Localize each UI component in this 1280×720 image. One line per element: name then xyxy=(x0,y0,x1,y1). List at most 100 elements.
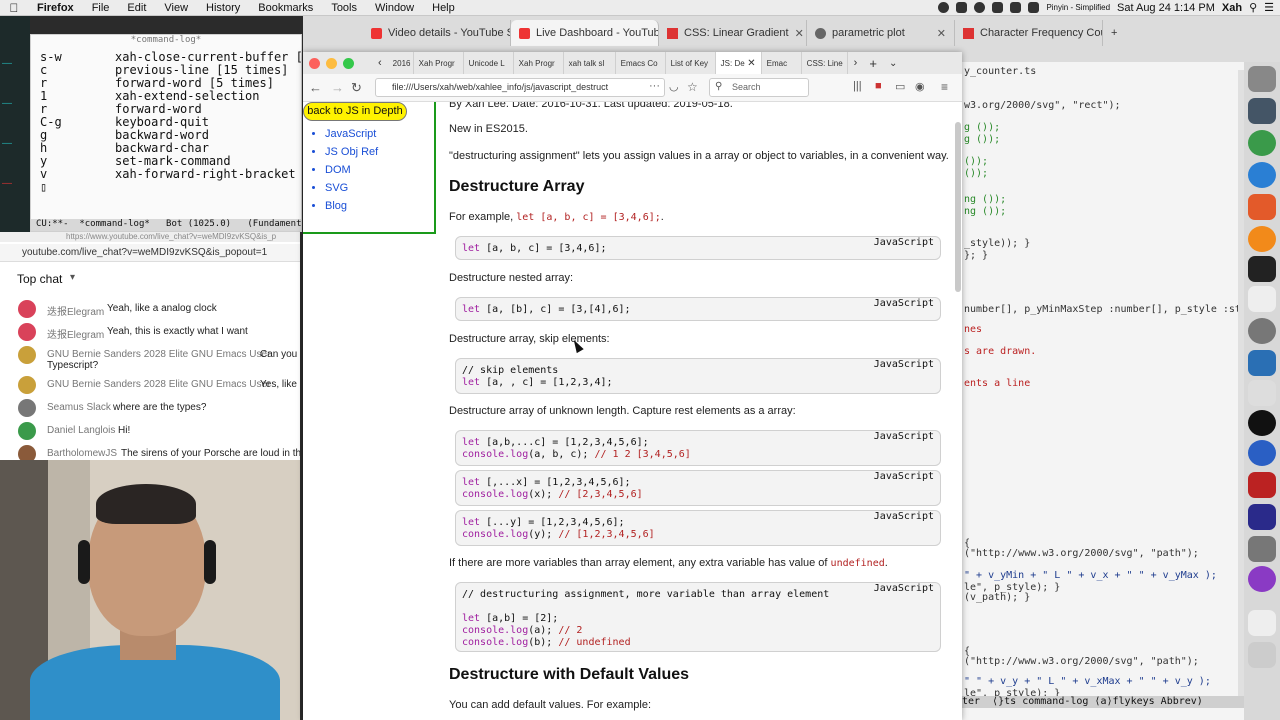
avatar[interactable] xyxy=(18,300,36,318)
tab[interactable]: Unicode L xyxy=(464,52,514,74)
account-icon[interactable]: ◉ xyxy=(915,80,925,93)
menu-view[interactable]: View xyxy=(155,2,197,14)
menu-file[interactable]: File xyxy=(83,2,119,14)
avatar[interactable] xyxy=(18,445,36,460)
status-battery-icon[interactable] xyxy=(1010,2,1022,13)
avatar[interactable] xyxy=(18,422,36,440)
page-actions-icon[interactable]: ··· xyxy=(649,80,660,92)
nav-link-javascript[interactable]: JavaScript xyxy=(325,128,378,140)
window-zoom-button[interactable] xyxy=(343,57,354,69)
menu-app[interactable]: Firefox xyxy=(28,2,83,14)
tab-active[interactable]: JS: De ✕ xyxy=(715,52,762,74)
status-app-icon[interactable] xyxy=(956,2,968,13)
nav-link-js-obj-ref[interactable]: JS Obj Ref xyxy=(325,146,378,158)
tab[interactable]: Emac xyxy=(762,52,802,74)
menu-list-icon[interactable]: ☰ xyxy=(1264,1,1274,14)
trash-icon[interactable] xyxy=(1248,642,1276,668)
tab-css-linear-gradient[interactable]: CSS: Linear Gradient ✕ xyxy=(659,20,807,46)
tab-live-dashboard[interactable]: Live Dashboard - YouTube✕ xyxy=(511,20,659,46)
new-tab-button[interactable]: + xyxy=(1103,20,1133,46)
tab[interactable]: List of Key xyxy=(666,52,716,74)
menu-history[interactable]: History xyxy=(197,2,249,14)
menu-bookmarks[interactable]: Bookmarks xyxy=(249,2,322,14)
app-icon[interactable] xyxy=(1248,504,1276,530)
emacs-icon[interactable] xyxy=(1248,566,1276,592)
window-close-button[interactable] xyxy=(309,57,320,69)
finder-icon[interactable] xyxy=(1248,66,1276,92)
tab[interactable]: xah talk sl xyxy=(564,52,616,74)
avatar[interactable] xyxy=(18,399,36,417)
new-tab-plus-icon[interactable]: + xyxy=(863,56,883,71)
close-icon[interactable]: ✕ xyxy=(937,27,946,40)
menu-tools[interactable]: Tools xyxy=(322,2,366,14)
menubar-user[interactable]: Xah xyxy=(1222,2,1242,14)
status-sync-icon[interactable] xyxy=(974,2,986,13)
scanner-icon[interactable] xyxy=(1248,536,1276,562)
reload-icon[interactable]: ↻ xyxy=(351,80,362,96)
system-preferences-icon[interactable] xyxy=(1248,318,1276,344)
status-flag-icon[interactable] xyxy=(1028,2,1040,13)
chrome-icon[interactable] xyxy=(1248,130,1276,156)
menu-edit[interactable]: Edit xyxy=(118,2,155,14)
app-icon[interactable] xyxy=(1248,472,1276,498)
firefox-icon[interactable] xyxy=(1248,226,1276,252)
menubar-clock[interactable]: Sat Aug 24 1:14 PM xyxy=(1117,2,1215,14)
tab-character-frequency[interactable]: Character Frequency Counter✕ xyxy=(955,20,1103,46)
close-icon[interactable]: ✕ xyxy=(795,27,804,40)
chevron-down-icon[interactable]: ▾ xyxy=(70,272,75,283)
url-bar[interactable]: file:///Users/xah/web/xahlee_info/js/jav… xyxy=(375,78,665,97)
tab[interactable]: Xah Progr xyxy=(414,52,464,74)
page-scrollbar-thumb[interactable] xyxy=(955,122,961,292)
editor-tab-title[interactable]: y_counter.ts xyxy=(964,66,1036,77)
avatar[interactable] xyxy=(18,376,36,394)
input-mode[interactable]: Pinyin - Simplified xyxy=(1046,3,1110,12)
close-icon[interactable]: ✕ xyxy=(747,58,755,69)
hamburger-menu-icon[interactable]: ≡ xyxy=(941,80,948,94)
back-arrow-icon[interactable]: ← xyxy=(309,80,322,95)
launchpad-icon[interactable] xyxy=(1248,98,1276,124)
safari-icon[interactable] xyxy=(1248,162,1276,188)
tab-list-chevron-icon[interactable]: ⌄ xyxy=(883,58,903,69)
chat-url[interactable]: youtube.com/live_chat?v=weMDI9zvKSQ&is_p… xyxy=(0,244,300,262)
nav-link-blog[interactable]: Blog xyxy=(325,200,378,212)
emacs-command-log-window[interactable]: *command-log* s-w xah-close-current-buffe… xyxy=(30,34,302,232)
firefox-window[interactable]: ‹ 2016 Xah Progr Unicode L Xah Progr xah… xyxy=(303,52,962,720)
tab-parametric-plot[interactable]: parametric plot ✕ xyxy=(807,20,955,46)
tab-scroll-right-icon[interactable]: › xyxy=(848,57,864,69)
browser-icon[interactable] xyxy=(1248,440,1276,466)
apple-icon[interactable]:  xyxy=(0,1,28,15)
library-icon[interactable]: ||| xyxy=(853,80,862,92)
code-editor-right[interactable]: y_counter.ts w3.org/2000/svg", "rect"); … xyxy=(962,62,1244,720)
window-minimize-button[interactable] xyxy=(326,57,337,69)
forward-arrow-icon[interactable]: → xyxy=(331,80,344,95)
document-icon[interactable] xyxy=(1248,610,1276,636)
bookmark-star-icon[interactable]: ☆ xyxy=(687,80,698,94)
calculator-icon[interactable] xyxy=(1248,380,1276,406)
tab-scroll-left-icon[interactable]: ‹ xyxy=(372,57,388,69)
pocket-icon[interactable]: ◡ xyxy=(669,80,679,93)
terminal-icon[interactable] xyxy=(1248,256,1276,282)
tab[interactable]: 2016 xyxy=(388,52,414,74)
search-input[interactable]: Search xyxy=(709,78,809,97)
chat-title[interactable]: Top chat xyxy=(17,272,62,286)
sidebar-icon[interactable]: ▭ xyxy=(895,80,905,93)
nav-link-svg[interactable]: SVG xyxy=(325,182,378,194)
menu-help[interactable]: Help xyxy=(423,2,464,14)
nav-link-dom[interactable]: DOM xyxy=(325,164,378,176)
activity-monitor-icon[interactable] xyxy=(1248,350,1276,376)
status-wifi-icon[interactable] xyxy=(992,2,1004,13)
search-icon[interactable]: ⚲ xyxy=(1249,1,1257,14)
tab[interactable]: Xah Progr xyxy=(514,52,564,74)
back-to-js-button[interactable]: back to JS in Depth xyxy=(303,102,407,121)
menu-window[interactable]: Window xyxy=(366,2,423,14)
tab[interactable]: Emacs Co xyxy=(616,52,666,74)
avatar[interactable] xyxy=(18,323,36,341)
extension-badge-icon[interactable]: ■ xyxy=(875,80,882,92)
brave-icon[interactable] xyxy=(1248,194,1276,220)
status-globe-icon[interactable] xyxy=(938,2,950,13)
textedit-icon[interactable] xyxy=(1248,286,1276,312)
obs-icon[interactable] xyxy=(1248,410,1276,436)
tab-video-details[interactable]: Video details - YouTube Studio✕ xyxy=(363,20,511,46)
youtube-live-chat-window[interactable]: https://www.youtube.com/live_chat?v=weMD… xyxy=(0,232,300,460)
tab[interactable]: CSS: Line xyxy=(802,52,848,74)
